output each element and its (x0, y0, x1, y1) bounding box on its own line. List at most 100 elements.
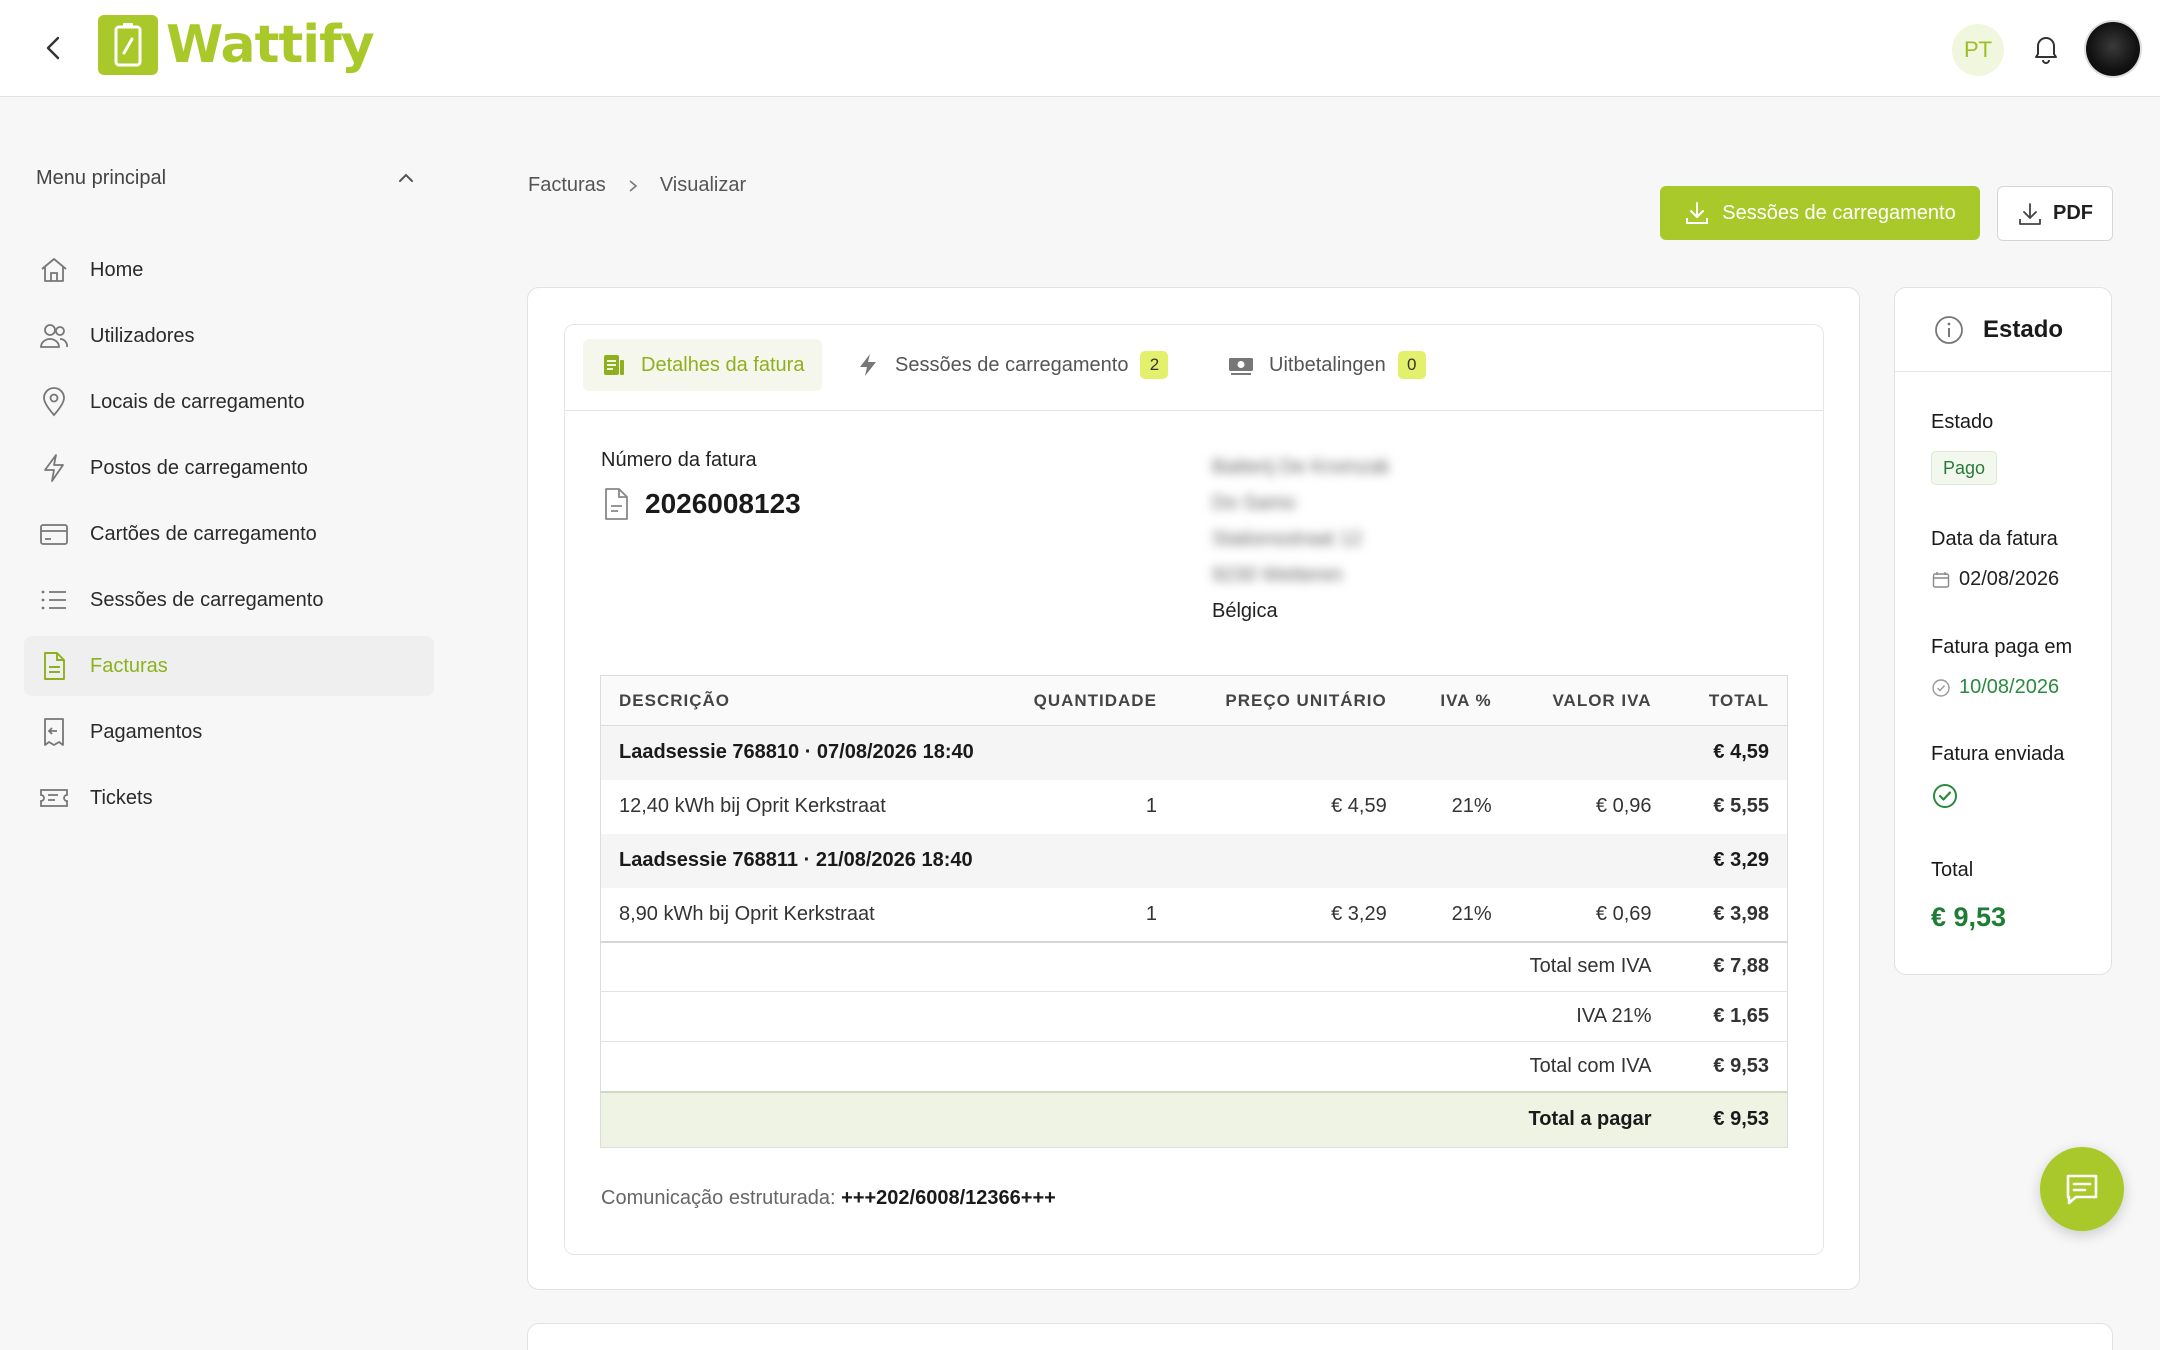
document-icon (605, 488, 628, 520)
summary-row-excl-vat: Total sem IVA € 7,88 (600, 940, 1788, 992)
lightning-icon (860, 354, 876, 376)
breadcrumb-current: Visualizar (659, 174, 747, 196)
money-icon (1229, 358, 1253, 375)
session-total: € 4,59 (1669, 725, 1788, 780)
sidebar: Menu principal Home Utilizadores Locais … (0, 97, 450, 1350)
invoice-date: 02/08/2026 (1931, 568, 2059, 591)
line-total: € 3,98 (1713, 902, 1769, 925)
sidebar-item-label: Sessões de carregamento (90, 588, 324, 611)
line-unit-price: € 4,59 (1331, 795, 1387, 817)
summary-value: € 1,65 (1669, 991, 1788, 1042)
tab-payouts[interactable]: Uitbetalingen 0 (1227, 339, 1426, 391)
sidebar-item-label: Postos de carregamento (90, 456, 308, 479)
tab-charging-sessions[interactable]: Sessões de carregamento 2 (855, 339, 1169, 391)
sidebar-item-label: Cartões de carregamento (90, 522, 317, 545)
table-row: 12,40 kWh bij Oprit Kerkstraat 1 € 4,59 … (601, 780, 1788, 834)
top-bar: Wattify PT (0, 0, 2160, 97)
sidebar-item-locations[interactable]: Locais de carregamento (24, 372, 434, 432)
structured-communication-value: +++202/6008/12366+++ (841, 1187, 1056, 1209)
sidebar-item-charging-cards[interactable]: Cartões de carregamento (24, 504, 434, 564)
summary-value: € 9,53 (1669, 1041, 1788, 1092)
line-vat-percent: 21% (1451, 795, 1492, 817)
column-header-quantity: QUANTIDADE (1009, 675, 1175, 726)
column-header-total: TOTAL (1669, 675, 1788, 726)
invoice-lines-table: DESCRIÇÃO QUANTIDADE PREÇO UNITÁRIO IVA … (600, 675, 1788, 1148)
line-vat-value: € 0,96 (1595, 795, 1652, 817)
calendar-icon (1932, 571, 1950, 588)
tab-label: Detalhes da fatura (641, 353, 805, 376)
address-street: Stationsstraat 12 (1212, 528, 1363, 550)
tab-label: Sessões de carregamento (895, 353, 1129, 376)
invoice-details-icon (604, 355, 624, 375)
summary-value: € 9,53 (1669, 1090, 1788, 1148)
sidebar-item-users[interactable]: Utilizadores (24, 306, 434, 366)
column-header-unit-price: PREÇO UNITÁRIO (1174, 675, 1405, 726)
app-logo[interactable]: Wattify (98, 14, 375, 76)
pdf-label: PDF (2053, 202, 2093, 224)
user-avatar[interactable] (2086, 22, 2140, 76)
language-selector[interactable]: PT (1952, 24, 2004, 76)
session-group-row: Laadsessie 768810 · 07/08/2026 18:40 € 4… (600, 725, 1788, 780)
summary-row-vat: IVA 21% € 1,65 (600, 991, 1788, 1042)
sidebar-item-label: Tickets (90, 786, 153, 809)
session-title: Laadsessie 768810 · 07/08/2026 18:40 (600, 725, 1670, 780)
sidebar-item-charging-sessions[interactable]: Sessões de carregamento (24, 570, 434, 630)
sidebar-item-invoices[interactable]: Facturas (24, 636, 434, 696)
session-title: Laadsessie 768811 · 21/08/2026 18:40 (600, 833, 1670, 888)
paid-on-label: Fatura paga em (1931, 636, 2073, 658)
secondary-card (527, 1323, 2113, 1350)
sidebar-item-label: Home (90, 258, 144, 281)
location-pin-icon (36, 384, 72, 420)
session-total: € 3,29 (1669, 833, 1788, 888)
structured-communication-label: Comunicação estruturada: (601, 1187, 836, 1209)
menu-header[interactable]: Menu principal (36, 163, 416, 193)
billing-address: Batterij De Kromzak Do Samo Stationsstra… (1212, 449, 1390, 629)
address-country: Bélgica (1212, 600, 1278, 622)
check-circle-icon (1932, 678, 1950, 697)
session-group-row: Laadsessie 768811 · 21/08/2026 18:40 € 3… (600, 833, 1788, 888)
invoice-number-value: 2026008123 (645, 488, 801, 519)
back-arrow-icon[interactable] (36, 30, 72, 66)
info-icon (1935, 315, 1963, 344)
ticket-icon (36, 780, 72, 816)
download-icon (1686, 202, 1709, 224)
download-sessions-label: Sessões de carregamento (1722, 201, 1956, 224)
line-quantity: 1 (1145, 902, 1157, 925)
download-icon (2019, 202, 2041, 225)
sidebar-item-home[interactable]: Home (24, 240, 434, 300)
status-card: Estado Estado Pago Data da fatura 02/08/… (1894, 287, 2112, 975)
tab-invoice-details[interactable]: Detalhes da fatura (583, 339, 823, 391)
invoice-sent-check-icon (1931, 782, 1967, 810)
sidebar-item-label: Pagamentos (90, 720, 203, 743)
download-pdf-button[interactable]: PDF (1997, 186, 2113, 241)
credit-card-icon (36, 516, 72, 552)
receipt-icon (36, 714, 72, 750)
sidebar-item-tickets[interactable]: Tickets (24, 768, 434, 828)
line-description: 8,90 kWh bij Oprit Kerkstraat (619, 902, 875, 925)
status-badge: Pago (1931, 451, 1998, 485)
sidebar-item-label: Utilizadores (90, 324, 195, 347)
line-vat-value: € 0,69 (1595, 902, 1652, 925)
sidebar-item-charging-points[interactable]: Postos de carregamento (24, 438, 434, 498)
summary-row-amount-due: Total a pagar € 9,53 (600, 1090, 1788, 1148)
breadcrumb-parent[interactable]: Facturas (528, 174, 606, 197)
home-icon (36, 252, 72, 288)
download-sessions-button[interactable]: Sessões de carregamento (1660, 186, 1980, 240)
column-header-vat-percent: IVA % (1404, 675, 1510, 726)
chat-button[interactable] (2040, 1147, 2124, 1231)
invoice-panel: Detalhes da fatura Sessões de carregamen… (564, 324, 1824, 1255)
tab-count-badge: 0 (1397, 351, 1426, 379)
summary-value: € 7,88 (1669, 940, 1788, 992)
total-label: Total (1931, 859, 1974, 881)
sidebar-item-payments[interactable]: Pagamentos (24, 702, 434, 762)
summary-row-incl-vat: Total com IVA € 9,53 (600, 1041, 1788, 1092)
invoice-date-label: Data da fatura (1931, 528, 2058, 550)
tab-bar: Detalhes da fatura Sessões de carregamen… (565, 325, 1823, 411)
notification-bell-icon[interactable] (2028, 30, 2064, 66)
tab-count-badge: 2 (1140, 351, 1169, 379)
breadcrumb: Facturas Visualizar (528, 174, 746, 197)
list-icon (36, 582, 72, 618)
sidebar-item-label: Locais de carregamento (90, 390, 305, 413)
summary-label: IVA 21% (600, 991, 1670, 1042)
menu-title: Menu principal (36, 166, 167, 189)
